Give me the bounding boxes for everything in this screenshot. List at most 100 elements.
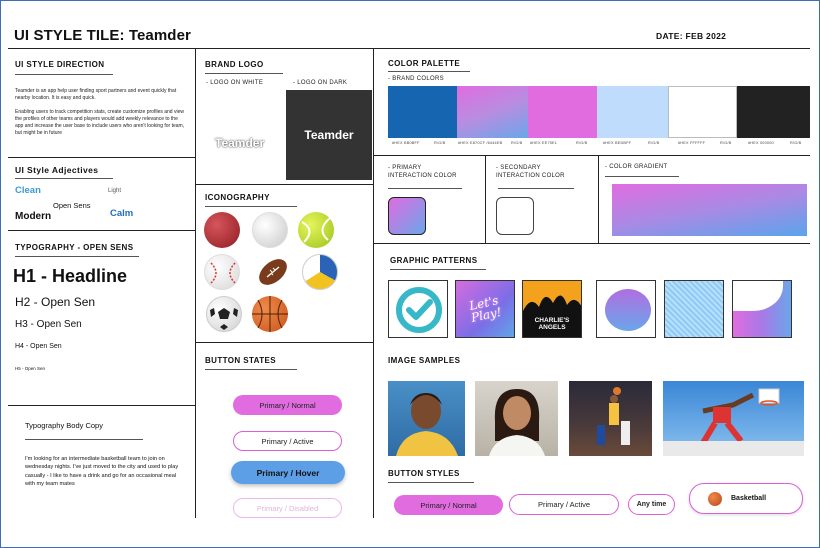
left-divider-2 bbox=[8, 230, 195, 231]
page-date: DATE: FEB 2022 bbox=[656, 31, 727, 41]
logo-on-dark: Teamder bbox=[304, 128, 354, 142]
body-copy-underline bbox=[25, 439, 143, 440]
lets-play-text: Let's Play! bbox=[467, 293, 503, 325]
column-divider-2 bbox=[373, 48, 374, 518]
basketball-chip[interactable]: Basketball bbox=[689, 483, 803, 514]
primary-normal-button[interactable]: Primary / Normal bbox=[233, 395, 342, 415]
volleyball-icon bbox=[302, 254, 338, 290]
logo-dark-box: Teamder bbox=[286, 90, 372, 180]
swatch-6-rgb: R/G/B bbox=[790, 141, 802, 145]
basketball-chip-label: Basketball bbox=[731, 495, 767, 502]
body-copy-heading: Typography Body Copy bbox=[25, 421, 103, 430]
primary-active-button[interactable]: Primary / Active bbox=[233, 431, 342, 451]
soccer-ball-icon bbox=[206, 296, 242, 332]
pattern-waves bbox=[664, 280, 724, 338]
adjective-clean: Clean bbox=[15, 185, 41, 196]
swatch-2-rgb: R/G/B bbox=[511, 141, 523, 145]
secondary-interaction-underline bbox=[498, 188, 574, 189]
primary-interaction-label: - PRIMARY INTERACTION COLOR bbox=[388, 165, 457, 179]
style-primary-active-button[interactable]: Primary / Active bbox=[509, 494, 619, 515]
palette-underline bbox=[388, 71, 470, 72]
adjective-open-sens: Open Sens bbox=[53, 201, 91, 210]
pattern-gradient-circle bbox=[596, 280, 656, 338]
pattern-charlies-angels: CHARLIE'S ANGELS bbox=[522, 280, 582, 338]
baseball-icon bbox=[204, 254, 240, 290]
mid-divider-1 bbox=[195, 184, 373, 185]
sample-photo-woman bbox=[475, 381, 558, 456]
image-samples-heading: IMAGE SAMPLES bbox=[388, 356, 461, 365]
swatch-3-hex: #HEX EE75E1 bbox=[530, 141, 558, 145]
swatch-5-hex: #HEX FFFFFF bbox=[678, 141, 706, 145]
pattern-arch bbox=[732, 280, 792, 338]
typography-h3: H3 - Open Sen bbox=[15, 319, 82, 330]
swatch-4-rgb: R/G/B bbox=[648, 141, 660, 145]
column-divider-1 bbox=[195, 48, 196, 518]
typography-h4: H4 - Open Sen bbox=[15, 343, 62, 350]
swatch-2-hex: #HEX E870CF /6444EB bbox=[458, 141, 503, 145]
football-icon bbox=[256, 256, 290, 288]
cricket-ball-icon bbox=[204, 212, 240, 248]
typography-underline bbox=[15, 256, 139, 257]
button-styles-underline bbox=[388, 482, 474, 483]
logo-on-white: Teamder bbox=[215, 136, 265, 150]
swatch-light-blue bbox=[597, 86, 668, 138]
adjective-modern: Modern bbox=[15, 211, 52, 222]
typography-h5: H5 - Open Sen bbox=[15, 366, 46, 371]
sample-photo-basketball-game bbox=[569, 381, 652, 456]
direction-heading: UI STYLE DIRECTION bbox=[15, 60, 105, 69]
primary-disabled-button[interactable]: Primary / Disabled bbox=[233, 498, 342, 518]
color-palette-heading: COLOR PALETTE bbox=[388, 59, 461, 68]
right-divider-2 bbox=[373, 243, 810, 244]
direction-underline bbox=[15, 74, 113, 75]
adjective-light: Light bbox=[108, 188, 122, 194]
interaction-divider-2 bbox=[598, 155, 599, 243]
basketball-icon bbox=[252, 296, 288, 332]
swatch-3-rgb: R/G/B bbox=[576, 141, 588, 145]
logo-on-dark-label: - LOGO ON DARK bbox=[293, 80, 348, 86]
pattern-lets-play: Let's Play! bbox=[455, 280, 515, 338]
swatch-5-rgb: R/G/B bbox=[720, 141, 732, 145]
left-divider-3 bbox=[8, 405, 195, 406]
color-gradient-label: - COLOR GRADIENT bbox=[605, 164, 668, 170]
tennis-ball-icon bbox=[298, 212, 334, 248]
color-gradient-bar bbox=[612, 184, 807, 236]
mid-divider-2 bbox=[195, 342, 373, 343]
left-divider-1 bbox=[8, 157, 195, 158]
button-states-heading: BUTTON STATES bbox=[205, 356, 276, 365]
brand-underline bbox=[205, 73, 283, 74]
typography-heading: TYPOGRAPHY - OPEN SENS bbox=[15, 243, 134, 252]
right-divider-1 bbox=[373, 155, 810, 156]
swatch-gradient bbox=[457, 86, 528, 138]
primary-interaction-underline bbox=[388, 188, 462, 189]
page-title: UI STYLE TILE: Teamder bbox=[14, 27, 191, 44]
body-copy-text: I'm looking for an intermediate basketba… bbox=[25, 456, 179, 487]
sample-photo-dunk bbox=[663, 381, 804, 456]
adjectives-heading: UI Style Adjectives bbox=[15, 165, 99, 175]
logo-on-white-label: - LOGO ON WHITE bbox=[206, 80, 264, 86]
iconography-underline bbox=[205, 206, 297, 207]
button-states-underline bbox=[205, 369, 297, 370]
swatch-1-rgb: R/G/B bbox=[434, 141, 446, 145]
interaction-divider-1 bbox=[485, 155, 486, 243]
sample-photo-man bbox=[388, 381, 465, 456]
header-divider bbox=[8, 48, 810, 49]
brand-colors-label: - BRAND COLORS bbox=[388, 76, 444, 82]
typography-h1: H1 - Headline bbox=[13, 266, 128, 286]
iconography-heading: ICONOGRAPHY bbox=[205, 193, 270, 202]
primary-hover-button[interactable]: Primary / Hover bbox=[231, 461, 345, 484]
graphic-patterns-heading: GRAPHIC PATTERNS bbox=[390, 256, 478, 265]
charlies-angels-text: CHARLIE'S ANGELS bbox=[534, 317, 570, 331]
basketball-chip-icon bbox=[708, 491, 722, 506]
style-primary-normal-button[interactable]: Primary / Normal bbox=[394, 495, 503, 515]
swatch-white bbox=[668, 86, 737, 138]
swatch-black bbox=[737, 86, 810, 138]
any-time-chip[interactable]: Any time bbox=[628, 494, 675, 515]
swatch-pink bbox=[528, 86, 597, 138]
typography-h2: H2 - Open Sen bbox=[15, 295, 96, 309]
direction-paragraph-1: Teamder is an app help user finding spor… bbox=[15, 88, 177, 101]
color-gradient-underline bbox=[605, 176, 679, 177]
direction-paragraph-2: Enabling users to track competition stat… bbox=[15, 109, 185, 136]
swatch-6-hex: #HEX 000000 bbox=[748, 141, 774, 145]
adjective-calm: Calm bbox=[110, 208, 134, 219]
brand-logo-heading: BRAND LOGO bbox=[205, 60, 264, 69]
